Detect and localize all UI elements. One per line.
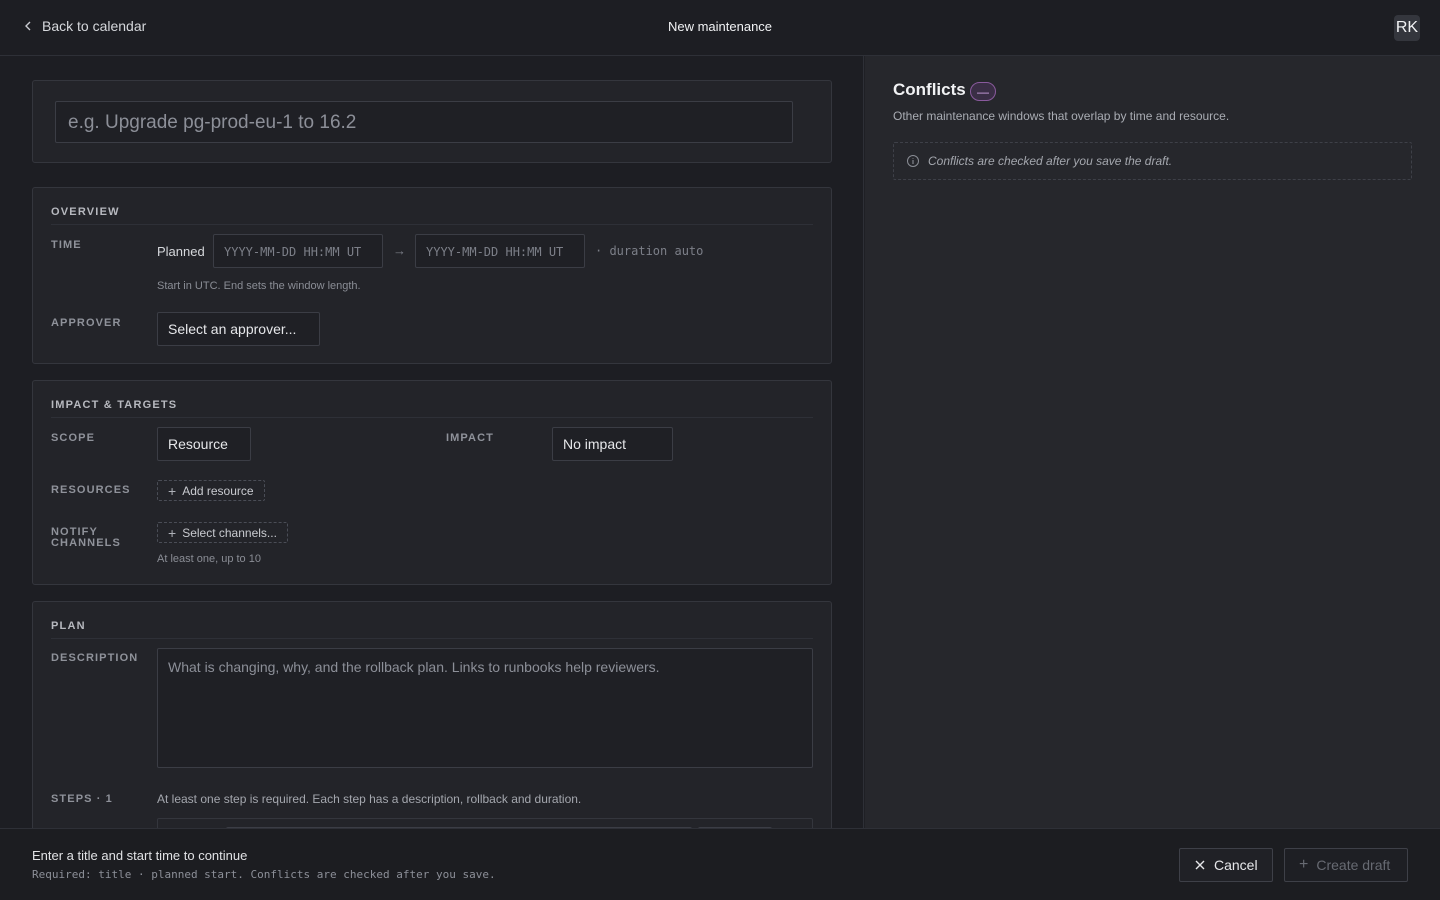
plus-icon: + — [1299, 856, 1309, 873]
overview-heading: OVERVIEW — [51, 206, 813, 225]
title-card: e.g. Upgrade pg-prod-eu-1 to 16.2 — [32, 80, 832, 163]
add-resource-button[interactable]: + Add resource — [157, 480, 265, 501]
impact-label: IMPACT — [446, 432, 494, 444]
description-textarea[interactable]: What is changing, why, and the rollback … — [157, 648, 813, 768]
footer-status: Enter a title and start time to continue — [32, 848, 248, 863]
time-hint: Start in UTC. End sets the window length… — [157, 280, 361, 292]
info-icon — [907, 155, 919, 167]
conflicts-count-badge: — — [970, 82, 996, 101]
scope-label: SCOPE — [51, 432, 96, 444]
plan-section: PLAN DESCRIPTION What is changing, why, … — [32, 601, 832, 828]
channels-label: CHANNELS — [51, 537, 121, 549]
form-pane: e.g. Upgrade pg-prod-eu-1 to 16.2 OVERVI… — [0, 56, 864, 828]
select-channels-label: Select channels... — [182, 525, 277, 540]
footer-bar: Enter a title and start time to continue… — [0, 828, 1440, 900]
conflicts-title: Conflicts — [893, 80, 966, 99]
step-row — [157, 818, 813, 828]
scope-select[interactable]: Resource — [157, 427, 251, 461]
close-icon — [1195, 860, 1205, 870]
top-bar: Back to calendar New maintenance RK — [0, 0, 1440, 56]
arrow-icon: → — [393, 243, 406, 258]
impact-select[interactable]: No impact — [552, 427, 673, 461]
conflicts-notice: Conflicts are checked after you save the… — [893, 142, 1412, 180]
impact-section: IMPACT & TARGETS SCOPE Resource IMPACT N… — [32, 380, 832, 585]
add-resource-label: Add resource — [182, 483, 254, 498]
planned-label: Planned — [157, 244, 205, 259]
title-input[interactable]: e.g. Upgrade pg-prod-eu-1 to 16.2 — [55, 101, 793, 143]
plan-heading: PLAN — [51, 620, 813, 639]
page-title: New maintenance — [667, 19, 773, 34]
overview-section: OVERVIEW TIME Planned YYYY-MM-DD HH:MM U… — [32, 187, 832, 364]
impact-heading: IMPACT & TARGETS — [51, 399, 813, 418]
cancel-button[interactable]: Cancel — [1179, 848, 1273, 882]
end-time-input[interactable]: YYYY-MM-DD HH:MM UT — [415, 234, 585, 268]
cancel-label: Cancel — [1214, 857, 1258, 873]
footer-required: Required: title · planned start. Conflic… — [32, 868, 496, 881]
conflicts-notice-text: Conflicts are checked after you save the… — [928, 154, 1173, 168]
steps-hint: At least one step is required. Each step… — [157, 792, 582, 806]
plus-icon: + — [168, 524, 177, 541]
approver-label: APPROVER — [51, 317, 122, 329]
duration-text: · duration auto — [595, 244, 704, 258]
start-time-input[interactable]: YYYY-MM-DD HH:MM UT — [213, 234, 383, 268]
conflicts-pane: Conflicts — Other maintenance windows th… — [865, 56, 1440, 828]
approver-select[interactable]: Select an approver... — [157, 312, 320, 346]
steps-label: STEPS · 1 — [51, 793, 113, 805]
resources-label: RESOURCES — [51, 484, 131, 496]
description-label: DESCRIPTION — [51, 652, 139, 664]
select-channels-button[interactable]: + Select channels... — [157, 522, 288, 543]
conflicts-subtitle: Other maintenance windows that overlap b… — [893, 109, 1230, 123]
create-draft-label: Create draft — [1316, 857, 1391, 873]
avatar[interactable]: RK — [1394, 15, 1420, 41]
time-label: TIME — [51, 239, 82, 251]
create-draft-button[interactable]: + Create draft — [1284, 848, 1408, 882]
channels-hint: At least one, up to 10 — [157, 553, 261, 565]
plus-icon: + — [168, 482, 177, 499]
